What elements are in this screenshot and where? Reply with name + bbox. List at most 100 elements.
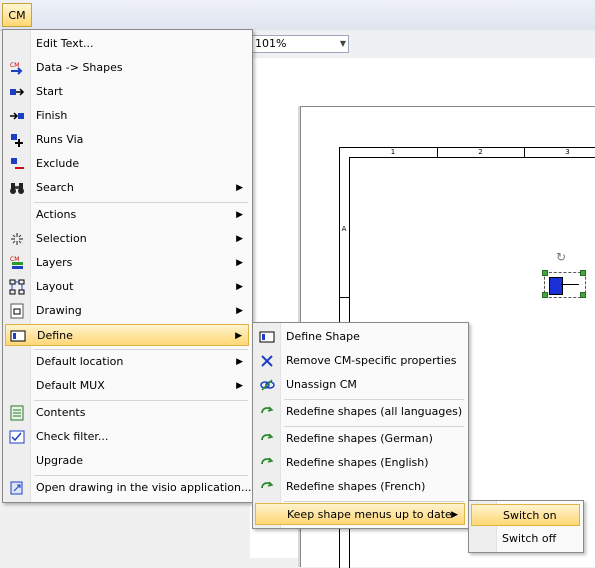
menu-item-label: Redefine shapes (French) [286,480,426,493]
menu-item-layers[interactable]: CM Layers ▶ [5,252,249,274]
column-label: 2 [437,147,525,157]
submenu-arrow-icon: ▶ [236,357,243,367]
menu-item-label: Layout [36,280,74,293]
menu-item-label: Redefine shapes (German) [286,432,433,445]
menu-item-remove-cm-properties[interactable]: Remove CM-specific properties [255,350,465,372]
chevron-down-icon: ▼ [339,39,346,48]
keep-menus-submenu: Switch on Switch off [468,500,584,553]
finish-icon [9,108,25,124]
menu-item-define[interactable]: Define ▶ [5,324,249,346]
open-visio-icon [9,480,25,496]
menu-item-finish[interactable]: Finish [5,105,249,127]
menu-item-switch-on[interactable]: Switch on [471,504,580,526]
submenu-arrow-icon: ▶ [235,331,242,341]
redefine-icon [259,431,275,447]
svg-text:CM: CM [10,256,19,263]
menu-item-label: Check filter... [36,430,109,443]
menu-item-redefine-english[interactable]: Redefine shapes (English) [255,452,465,474]
cm-context-menu: Edit Text... CM Data -> Shapes Start Fin… [2,29,253,503]
resize-handle[interactable] [542,270,548,276]
toolbar: 101% ▼ [250,30,595,59]
menu-item-label: Layers [36,256,73,269]
submenu-arrow-icon: ▶ [236,381,243,391]
menu-item-switch-off[interactable]: Switch off [471,528,580,550]
menu-item-check-filter[interactable]: Check filter... [5,426,249,448]
menu-item-label: Redefine shapes (English) [286,456,429,469]
rotate-handle-icon[interactable]: ↻ [556,250,566,264]
menu-item-label: Redefine shapes (all languages) [286,405,463,418]
menu-separator [284,426,464,427]
menu-item-edit-text[interactable]: Edit Text... [5,33,249,55]
menu-item-redefine-german[interactable]: Redefine shapes (German) [255,428,465,450]
menu-item-actions[interactable]: Actions ▶ [5,204,249,226]
resize-handle[interactable] [580,270,586,276]
menu-item-drawing[interactable]: Drawing ▶ [5,300,249,322]
menu-item-label: Unassign CM [286,378,357,391]
menu-item-redefine-all[interactable]: Redefine shapes (all languages) [255,401,465,423]
menu-separator [34,400,248,401]
submenu-arrow-icon: ▶ [236,210,243,220]
submenu-arrow-icon: ▶ [451,510,458,520]
layers-icon: CM [9,255,25,271]
menu-separator [284,501,464,502]
menu-item-label: Edit Text... [36,37,94,50]
binoculars-icon [9,180,25,196]
svg-text:CM: CM [10,62,19,69]
unassign-icon [259,377,275,393]
submenu-arrow-icon: ▶ [236,282,243,292]
menu-bar: CM [0,0,595,31]
menu-item-default-location[interactable]: Default location ▶ [5,351,249,373]
menu-item-runs-via[interactable]: Runs Via [5,129,249,151]
zoom-value: 101% [255,37,287,50]
menu-item-label: Selection [36,232,87,245]
menu-item-label: Finish [36,109,68,122]
menu-item-define-shape[interactable]: Define Shape [255,326,465,348]
menu-item-upgrade[interactable]: Upgrade [5,450,249,472]
menu-item-label: Search [36,181,74,194]
resize-handle[interactable] [542,292,548,298]
column-label: 1 [349,147,438,157]
redefine-icon [259,455,275,471]
layout-icon [9,279,25,295]
zoom-select[interactable]: 101% ▼ [251,35,349,53]
menu-separator [34,349,248,350]
menu-item-start[interactable]: Start [5,81,249,103]
menu-item-label: Drawing [36,304,82,317]
define-icon [10,328,26,344]
menu-item-layout[interactable]: Layout ▶ [5,276,249,298]
menu-item-label: Define [37,329,73,342]
menu-item-label: Start [36,85,63,98]
menu-item-data-shapes[interactable]: CM Data -> Shapes [5,57,249,79]
drawing-icon [9,303,25,319]
menu-item-label: Open drawing in the visio application... [36,481,252,494]
menu-item-label: Runs Via [36,133,84,146]
menu-item-open-visio[interactable]: Open drawing in the visio application... [5,477,252,499]
redefine-icon [259,479,275,495]
menu-item-default-mux[interactable]: Default MUX ▶ [5,375,249,397]
menu-item-selection[interactable]: Selection ▶ [5,228,249,250]
menu-item-label: Default location [36,355,124,368]
row-label: A [339,157,349,298]
define-submenu: Define Shape Remove CM-specific properti… [252,322,469,529]
cm-menu-button[interactable]: CM [2,3,32,27]
menu-item-keep-shape-menus[interactable]: Keep shape menus up to date ▶ [255,503,465,525]
menu-item-contents[interactable]: Contents [5,402,249,424]
menu-item-label: Switch off [502,532,557,545]
menu-item-unassign-cm[interactable]: Unassign CM [255,374,465,396]
exclude-icon [9,156,25,172]
runs-via-icon [9,132,25,148]
menu-item-redefine-french[interactable]: Redefine shapes (French) [255,476,465,498]
menu-separator [34,475,248,476]
menu-item-exclude[interactable]: Exclude [5,153,249,175]
resize-handle[interactable] [580,292,586,298]
contents-icon [9,405,25,421]
column-label: 3 [524,147,595,157]
menu-separator [284,399,464,400]
selection-icon [9,231,25,247]
shape-symbol [549,277,563,295]
menu-item-search[interactable]: Search ▶ [5,177,249,199]
menu-item-label: Contents [36,406,86,419]
submenu-arrow-icon: ▶ [236,183,243,193]
edit-icon [9,36,25,52]
menu-item-label: Default MUX [36,379,105,392]
